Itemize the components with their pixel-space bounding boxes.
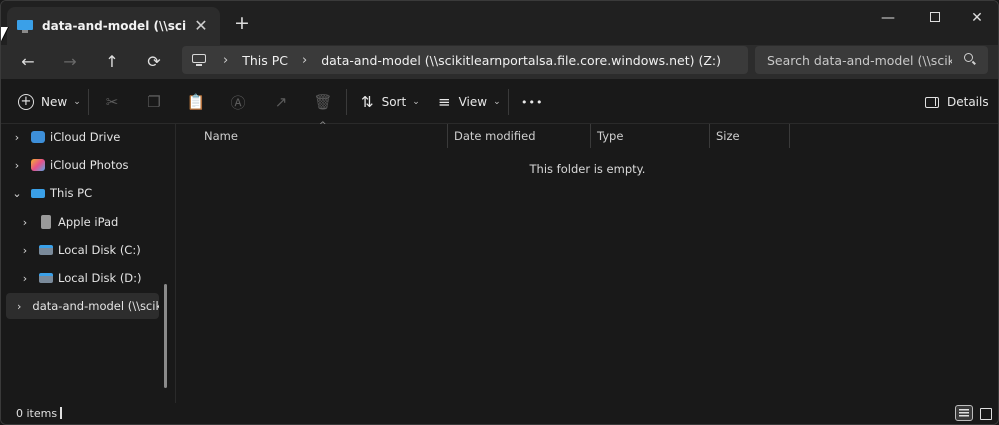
hard-drive-icon xyxy=(39,273,53,283)
view-button[interactable]: ≡ View ⌄ xyxy=(438,91,501,113)
empty-folder-message: This folder is empty. xyxy=(529,162,646,176)
chevron-right-icon[interactable]: › xyxy=(17,272,33,285)
paste-button[interactable]: 📋 xyxy=(185,91,207,113)
file-list: ^ Name Date modified Type Size This fold… xyxy=(177,121,998,403)
mouse-pointer-icon xyxy=(1,27,8,41)
sidebar-item-label: data-and-model (\\scikitlearnportalsa.fi… xyxy=(32,299,159,313)
sidebar-item-apple-ipad[interactable]: › Apple iPad xyxy=(17,209,165,235)
tablet-icon xyxy=(41,215,51,229)
sidebar-item-local-disk-d[interactable]: › Local Disk (D:) xyxy=(17,265,165,291)
sidebar-item-label: Local Disk (D:) xyxy=(58,271,142,285)
more-options-button[interactable]: ••• xyxy=(521,91,543,113)
sidebar-item-label: iCloud Photos xyxy=(50,158,129,172)
back-button[interactable]: ← xyxy=(17,51,39,73)
search-icon[interactable] xyxy=(964,53,976,65)
sidebar-item-label: iCloud Drive xyxy=(50,130,121,144)
address-bar[interactable]: › This PC › data-and-model (\\scikitlear… xyxy=(182,46,748,74)
column-header-date-modified[interactable]: Date modified xyxy=(448,124,591,148)
breadcrumb-separator-icon[interactable]: › xyxy=(223,53,228,68)
computer-icon xyxy=(192,54,206,66)
tab-data-and-model[interactable]: data-and-model (\\scikitlearnp ✕ xyxy=(7,7,220,45)
breadcrumb-separator-icon[interactable]: › xyxy=(302,53,307,68)
sidebar-item-icloud-photos[interactable]: › iCloud Photos xyxy=(9,152,169,178)
icloud-drive-icon xyxy=(31,131,45,143)
chevron-down-icon: ⌄ xyxy=(412,97,420,107)
chevron-right-icon[interactable]: › xyxy=(17,216,33,229)
monitor-icon xyxy=(17,19,33,33)
sidebar-item-data-and-model[interactable]: › data-and-model (\\scikitlearnportalsa.… xyxy=(6,293,159,319)
sidebar-item-this-pc[interactable]: ⌄ This PC xyxy=(9,180,169,206)
tab-strip: data-and-model (\\scikitlearnp ✕ + — ✕ xyxy=(1,1,998,45)
new-button[interactable]: + New ⌄ xyxy=(18,91,81,113)
toolbar-divider xyxy=(88,89,89,115)
sort-icon: ⇅ xyxy=(361,93,374,111)
chevron-down-icon: ⌄ xyxy=(73,97,81,107)
status-bar: 0 items xyxy=(1,403,998,424)
sort-label: Sort xyxy=(381,95,407,109)
details-view-button[interactable] xyxy=(955,405,973,421)
tab-title: data-and-model (\\scikitlearnp xyxy=(42,19,187,33)
up-button[interactable]: ↑ xyxy=(101,51,123,73)
sidebar-item-label: This PC xyxy=(50,186,93,200)
maximize-icon xyxy=(930,12,940,22)
icloud-photos-icon xyxy=(31,159,45,171)
details-pane-button[interactable]: Details xyxy=(925,91,989,113)
forward-button[interactable]: → xyxy=(59,51,81,73)
copy-button[interactable]: ❐ xyxy=(143,91,165,113)
sidebar-item-label: Apple iPad xyxy=(58,215,119,229)
chevron-right-icon[interactable]: › xyxy=(17,244,33,257)
maximize-button[interactable] xyxy=(925,9,945,27)
chevron-down-icon: ⌄ xyxy=(493,97,501,107)
view-label: View xyxy=(458,95,488,109)
toolbar-divider xyxy=(346,89,347,115)
hard-drive-icon xyxy=(39,245,53,255)
refresh-button[interactable]: ⟳ xyxy=(143,51,165,73)
close-window-button[interactable]: ✕ xyxy=(967,9,987,27)
toolbar-divider xyxy=(508,89,509,115)
sidebar-item-label: Local Disk (C:) xyxy=(58,243,141,257)
chevron-down-icon[interactable]: ⌄ xyxy=(9,187,25,200)
chevron-right-icon[interactable]: › xyxy=(9,131,25,144)
sidebar-scrollbar[interactable] xyxy=(164,284,167,388)
cut-button[interactable]: ✂ xyxy=(101,91,123,113)
rename-button[interactable]: Ⓐ xyxy=(227,91,249,113)
navigation-pane: › iCloud Drive › iCloud Photos ⌄ This PC… xyxy=(1,124,176,403)
large-icons-view-button[interactable] xyxy=(976,405,994,421)
file-explorer-window: data-and-model (\\scikitlearnp ✕ + — ✕ ←… xyxy=(0,0,999,425)
breadcrumb-this-pc[interactable]: This PC xyxy=(242,53,288,68)
column-header-name[interactable]: Name xyxy=(198,124,448,148)
chevron-right-icon[interactable]: › xyxy=(9,159,25,172)
new-label: New xyxy=(41,95,68,109)
details-pane-icon xyxy=(925,96,939,108)
computer-icon xyxy=(31,188,45,198)
navigation-bar: ← → ↑ ⟳ › This PC › data-and-model (\\sc… xyxy=(1,45,998,79)
sidebar-item-local-disk-c[interactable]: › Local Disk (C:) xyxy=(17,237,165,263)
item-count: 0 items xyxy=(16,407,58,420)
delete-button[interactable]: 🗑 xyxy=(312,91,334,113)
column-header-type[interactable]: Type xyxy=(591,124,710,148)
sort-button[interactable]: ⇅ Sort ⌄ xyxy=(361,91,420,113)
add-icon: + xyxy=(18,94,34,110)
details-label: Details xyxy=(947,95,989,109)
search-input[interactable] xyxy=(767,52,952,68)
chevron-right-icon[interactable]: › xyxy=(17,300,21,313)
share-button[interactable]: ↗ xyxy=(270,91,292,113)
search-box[interactable] xyxy=(755,46,988,74)
column-header-size[interactable]: Size xyxy=(710,124,790,148)
breadcrumb-current-folder[interactable]: data-and-model (\\scikitlearnportalsa.fi… xyxy=(321,53,721,68)
close-tab-icon[interactable]: ✕ xyxy=(192,17,210,35)
view-icon: ≡ xyxy=(438,93,451,111)
sidebar-item-icloud-drive[interactable]: › iCloud Drive xyxy=(9,124,169,150)
text-cursor xyxy=(60,407,62,419)
command-bar: + New ⌄ ✂ ❐ 📋 Ⓐ ↗ 🗑 ⇅ Sort ⌄ ≡ View ⌄ ••… xyxy=(1,79,998,124)
minimize-button[interactable]: — xyxy=(878,9,898,27)
new-tab-button[interactable]: + xyxy=(232,13,252,33)
